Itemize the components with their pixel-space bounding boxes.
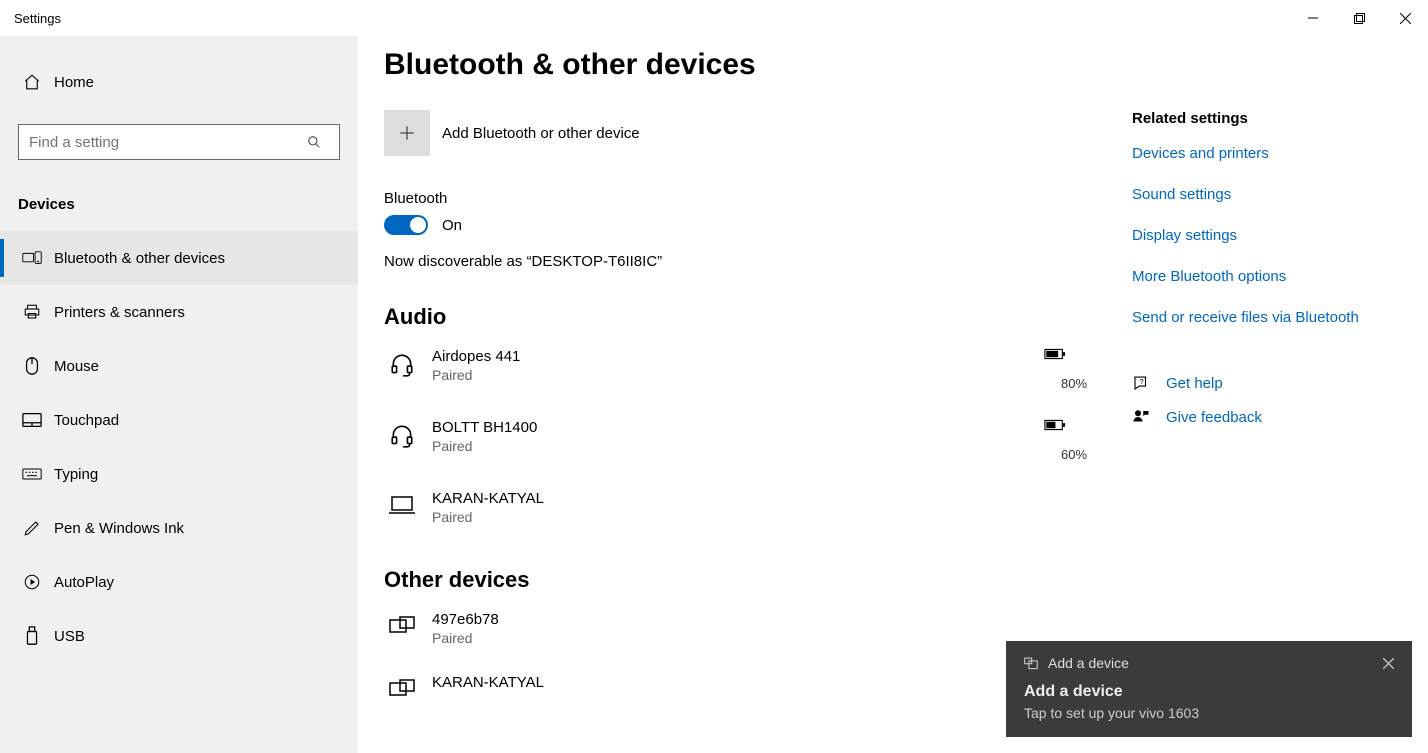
device-name: 497e6b78 bbox=[432, 611, 1104, 628]
device-status: Paired bbox=[432, 630, 1104, 646]
toast-type: Add a device bbox=[1048, 655, 1129, 671]
nav-autoplay[interactable]: AutoPlay bbox=[0, 555, 358, 609]
usb-icon bbox=[18, 626, 46, 646]
nav-home-label: Home bbox=[54, 74, 94, 91]
bluetooth-toggle[interactable] bbox=[384, 215, 428, 235]
give-feedback-link[interactable]: Give feedback bbox=[1166, 409, 1262, 426]
device-row[interactable]: 497e6b78 Paired bbox=[384, 607, 1104, 670]
nav-usb[interactable]: USB bbox=[0, 609, 358, 663]
sidebar: Home Devices Bluetooth & other devices P… bbox=[0, 36, 358, 753]
device-name: KARAN-KATYAL bbox=[432, 490, 1104, 507]
battery-icon bbox=[1044, 419, 1104, 431]
device-battery: 80% bbox=[1044, 348, 1104, 391]
keyboard-icon bbox=[18, 467, 46, 481]
device-row[interactable]: KARAN-KATYAL Paired bbox=[384, 486, 1104, 549]
nav-label: Touchpad bbox=[54, 412, 119, 429]
toast-close-button[interactable] bbox=[1383, 658, 1394, 669]
device-name: Airdopes 441 bbox=[432, 348, 1044, 365]
discoverable-text: Now discoverable as “DESKTOP-T6II8IC” bbox=[384, 253, 1104, 270]
related-link[interactable]: More Bluetooth options bbox=[1132, 268, 1402, 285]
nav-label: Bluetooth & other devices bbox=[54, 250, 225, 267]
nav-printers[interactable]: Printers & scanners bbox=[0, 285, 358, 339]
printer-icon bbox=[18, 303, 46, 321]
touchpad-icon bbox=[18, 412, 46, 428]
window-controls bbox=[1290, 0, 1428, 36]
related-link[interactable]: Sound settings bbox=[1132, 186, 1402, 203]
devices-icon bbox=[18, 250, 46, 266]
svg-text:?: ? bbox=[1140, 377, 1144, 386]
bluetooth-toggle-state: On bbox=[442, 217, 462, 234]
nav-label: Mouse bbox=[54, 358, 99, 375]
device-status: Paired bbox=[432, 509, 1104, 525]
home-icon bbox=[18, 73, 46, 91]
related-link[interactable]: Devices and printers bbox=[1132, 145, 1402, 162]
autoplay-icon bbox=[18, 573, 46, 591]
screens-icon bbox=[386, 674, 418, 700]
toast-message: Tap to set up your vivo 1603 bbox=[1024, 705, 1394, 721]
feedback-icon bbox=[1132, 408, 1158, 426]
add-device-button[interactable] bbox=[384, 110, 430, 156]
related-link[interactable]: Send or receive files via Bluetooth bbox=[1132, 309, 1402, 326]
close-button[interactable] bbox=[1382, 0, 1428, 36]
window-title: Settings bbox=[14, 11, 61, 26]
mouse-icon bbox=[18, 356, 46, 376]
pen-icon bbox=[18, 519, 46, 537]
nav-label: Printers & scanners bbox=[54, 304, 185, 321]
other-heading: Other devices bbox=[384, 567, 1104, 593]
nav-home[interactable]: Home bbox=[0, 60, 358, 104]
search-input[interactable] bbox=[19, 134, 307, 151]
toast-app-icon bbox=[1024, 656, 1038, 670]
nav-bluetooth[interactable]: Bluetooth & other devices bbox=[0, 231, 358, 285]
related-link[interactable]: Display settings bbox=[1132, 227, 1402, 244]
nav-touchpad[interactable]: Touchpad bbox=[0, 393, 358, 447]
page-title: Bluetooth & other devices bbox=[384, 48, 1402, 82]
headset-icon bbox=[386, 348, 418, 378]
device-row[interactable]: BOLTT BH1400 Paired 60% bbox=[384, 415, 1104, 486]
maximize-button[interactable] bbox=[1336, 0, 1382, 36]
device-status: Paired bbox=[432, 438, 1044, 454]
sidebar-section-title: Devices bbox=[0, 168, 358, 231]
nav-mouse[interactable]: Mouse bbox=[0, 339, 358, 393]
bluetooth-label: Bluetooth bbox=[384, 190, 1104, 207]
minimize-button[interactable] bbox=[1290, 0, 1336, 36]
device-battery: 60% bbox=[1044, 419, 1104, 462]
device-row[interactable]: Airdopes 441 Paired 80% bbox=[384, 344, 1104, 415]
headset-icon bbox=[386, 419, 418, 449]
add-device-label: Add Bluetooth or other device bbox=[442, 125, 640, 142]
help-icon: ? bbox=[1132, 374, 1158, 392]
nav-label: USB bbox=[54, 628, 85, 645]
screens-icon bbox=[386, 611, 418, 637]
nav-pen[interactable]: Pen & Windows Ink bbox=[0, 501, 358, 555]
notification-toast[interactable]: Add a device Add a device Tap to set up … bbox=[1006, 641, 1412, 737]
toast-title: Add a device bbox=[1024, 683, 1394, 701]
related-title: Related settings bbox=[1132, 110, 1402, 127]
device-name: BOLTT BH1400 bbox=[432, 419, 1044, 436]
titlebar: Settings bbox=[0, 0, 1428, 36]
audio-heading: Audio bbox=[384, 304, 1104, 330]
add-device-row[interactable]: Add Bluetooth or other device bbox=[384, 110, 1104, 156]
device-name: KARAN-KATYAL bbox=[432, 674, 1104, 691]
battery-icon bbox=[1044, 348, 1104, 360]
search-box[interactable] bbox=[18, 124, 340, 160]
nav-label: Typing bbox=[54, 466, 98, 483]
nav-typing[interactable]: Typing bbox=[0, 447, 358, 501]
nav-label: AutoPlay bbox=[54, 574, 114, 591]
nav-label: Pen & Windows Ink bbox=[54, 520, 184, 537]
laptop-icon bbox=[386, 490, 418, 516]
search-icon bbox=[307, 135, 339, 149]
device-status: Paired bbox=[432, 367, 1044, 383]
get-help-link[interactable]: Get help bbox=[1166, 375, 1223, 392]
device-row[interactable]: KARAN-KATYAL bbox=[384, 670, 1104, 700]
